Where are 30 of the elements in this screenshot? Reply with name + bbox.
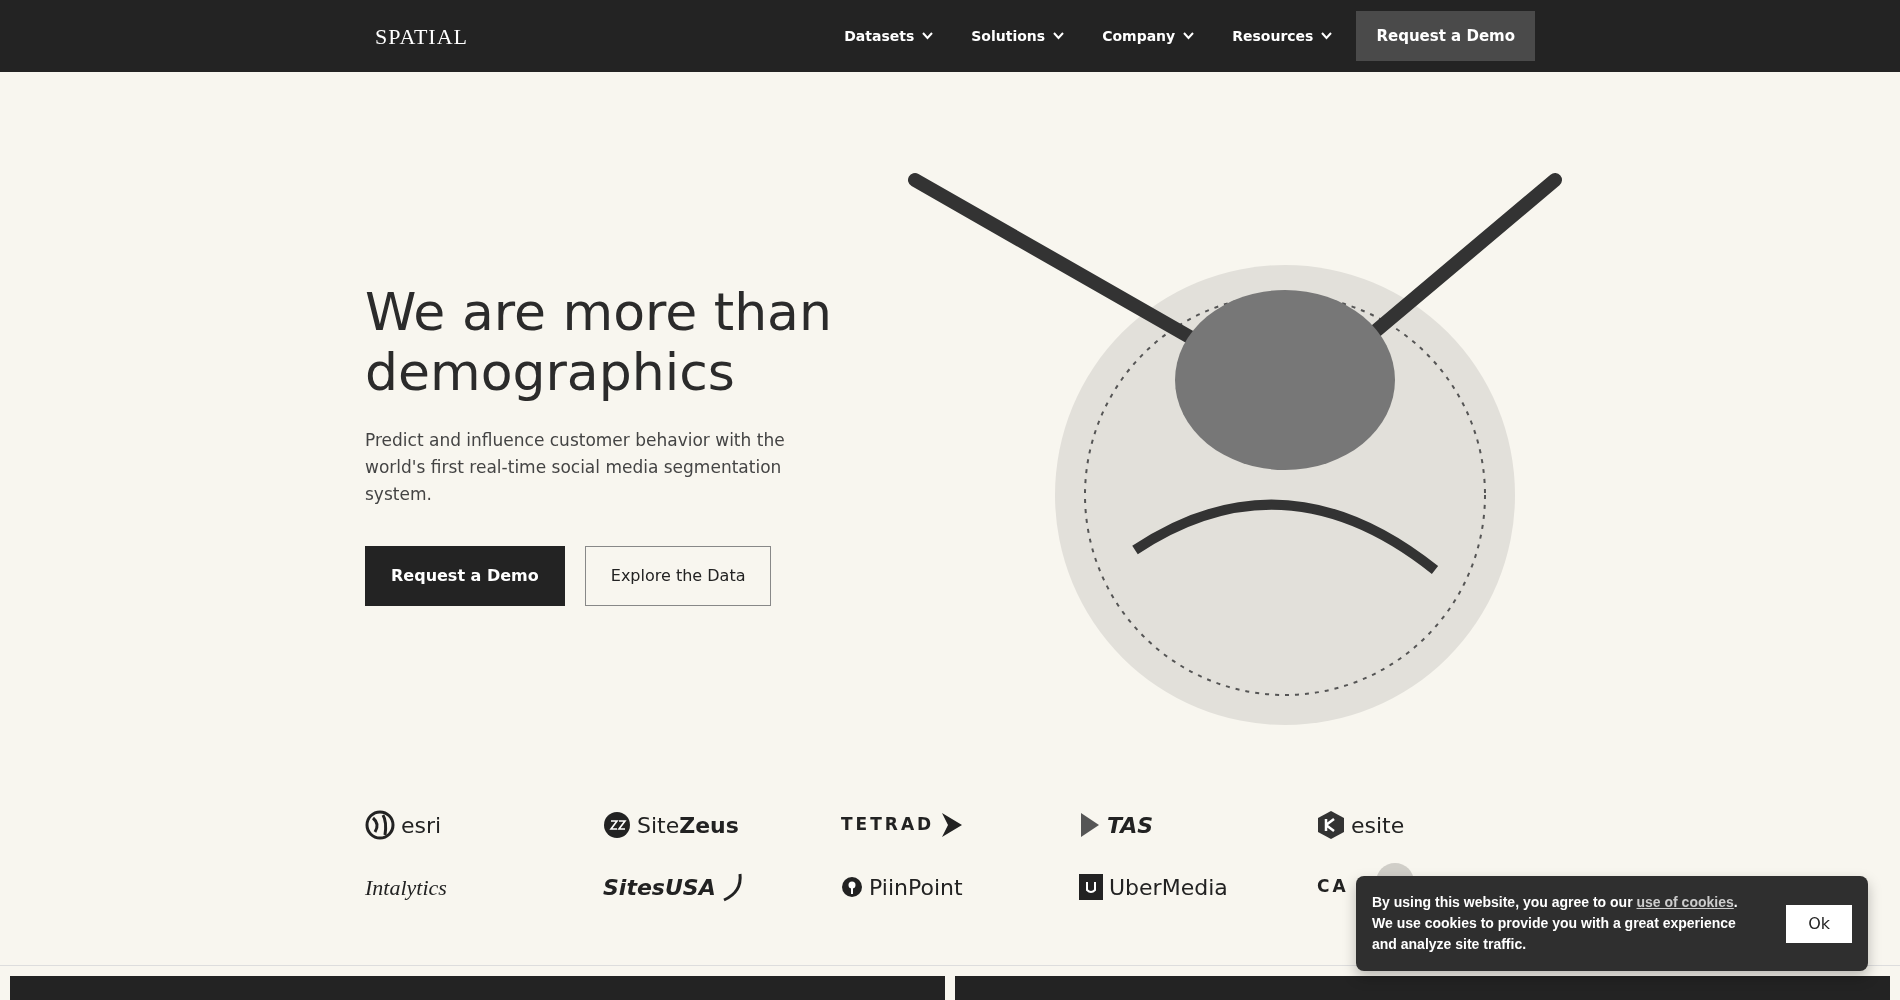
play-arrow-icon [1079, 812, 1101, 838]
cookies-link[interactable]: use of cookies [1636, 894, 1734, 910]
nav-menu-item[interactable]: Resources [1232, 25, 1333, 47]
square-logo-icon [1079, 874, 1103, 900]
partner-logo-text: PiinPoint [869, 873, 963, 902]
logo[interactable]: SPATIAL [375, 19, 468, 53]
globe-icon [365, 810, 395, 840]
partner-logo-text: SiteZeus [637, 811, 739, 840]
hero-description: Predict and influence customer behavior with the world's first real-time social media segmentation system. [365, 428, 786, 506]
partner-logo-text: TAS [1107, 811, 1154, 840]
partner-logo-text: SitesUSA [603, 873, 716, 902]
swoosh-icon [721, 872, 744, 902]
partner-logo-text: esri [401, 811, 442, 840]
partner-logo-text: TETRAD [841, 813, 935, 837]
request-demo-button[interactable]: Request a Demo [1356, 10, 1535, 62]
hexagon-icon [1317, 810, 1345, 840]
partner-logo-text: Intalytics [365, 873, 447, 902]
ok-button[interactable]: Ok [1786, 904, 1852, 943]
explore-data-button[interactable]: Explore the Data [584, 546, 772, 607]
pin-icon [841, 876, 863, 898]
partner-logo-text: esite [1351, 811, 1405, 840]
cookie-message: By using this website, you agree to our use of cookies. We use cookies to provide you with a great experience and analyze site traffic. [1372, 893, 1739, 954]
hero-heading: We are more than demographics [365, 282, 833, 403]
nav-menu-item[interactable]: Company [1102, 25, 1195, 47]
nav-menu-item[interactable]: Solutions [971, 25, 1065, 47]
partner-logo-text: UberMedia [1109, 873, 1228, 902]
partner-logo-text: CA [1317, 875, 1349, 899]
request-demo-button[interactable]: Request a Demo [365, 546, 565, 607]
circle-monogram-icon [603, 811, 631, 839]
nav-menu-item[interactable]: Datasets [844, 25, 934, 47]
